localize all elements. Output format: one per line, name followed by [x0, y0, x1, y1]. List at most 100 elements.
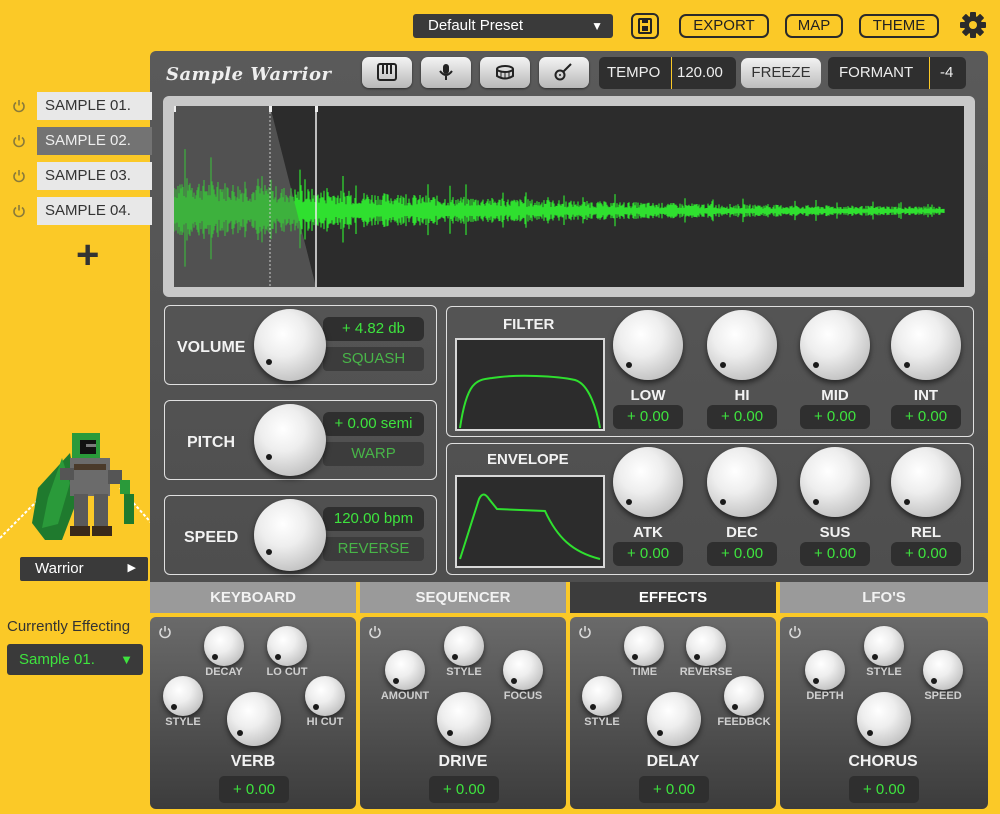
pitch-option[interactable]: WARP: [323, 442, 424, 466]
chevron-down-icon: ▼: [120, 652, 133, 667]
effect-small-knob[interactable]: [686, 626, 726, 666]
knob-indicator: [904, 362, 910, 368]
character-select[interactable]: Warrior ▶: [20, 557, 148, 581]
effect-small-knob[interactable]: [385, 650, 425, 690]
effect-power-icon[interactable]: [788, 625, 802, 639]
filter-knob[interactable]: [707, 310, 777, 380]
knob-indicator: [732, 704, 738, 710]
filter-knob[interactable]: [800, 310, 870, 380]
speed-option[interactable]: REVERSE: [323, 537, 424, 561]
filter-knob[interactable]: [891, 310, 961, 380]
volume-knob[interactable]: [254, 309, 326, 381]
piano-mode-button[interactable]: [362, 57, 412, 88]
tab-keyboard[interactable]: KEYBOARD: [150, 582, 356, 613]
effect-title: DRIVE: [438, 753, 488, 770]
export-button[interactable]: EXPORT: [679, 14, 769, 38]
filter-graph[interactable]: [455, 338, 605, 431]
effect-value[interactable]: + 0.00: [639, 776, 709, 803]
effect-target-value: Sample 01.: [19, 651, 95, 668]
effect-small-knob[interactable]: [923, 650, 963, 690]
effect-small-knob[interactable]: [305, 676, 345, 716]
sample-power-icon[interactable]: [12, 204, 26, 218]
sample-item[interactable]: SAMPLE 01.: [37, 92, 152, 120]
effect-knob-label: FEEDBCK: [717, 716, 771, 728]
effect-value[interactable]: + 0.00: [219, 776, 289, 803]
effect-target-dropdown[interactable]: Sample 01. ▼: [7, 644, 143, 675]
envelope-knob[interactable]: [891, 447, 961, 517]
knob-indicator: [171, 704, 177, 710]
map-button[interactable]: MAP: [785, 14, 843, 38]
sample-power-icon[interactable]: [12, 134, 26, 148]
volume-option[interactable]: SQUASH: [323, 347, 424, 371]
sample-item[interactable]: SAMPLE 02.: [37, 127, 152, 155]
pitch-knob[interactable]: [254, 404, 326, 476]
envelope-knob-value[interactable]: + 0.00: [891, 542, 961, 566]
envelope-knob-label: DEC: [726, 524, 758, 541]
sample-power-icon[interactable]: [12, 169, 26, 183]
knob-indicator: [813, 499, 819, 505]
freeze-button[interactable]: FREEZE: [741, 58, 821, 88]
tab-lfos[interactable]: LFO'S: [780, 582, 988, 613]
formant-value[interactable]: -4: [940, 57, 953, 89]
effect-small-knob[interactable]: [624, 626, 664, 666]
effect-power-icon[interactable]: [158, 625, 172, 639]
envelope-knob-value[interactable]: + 0.00: [613, 542, 683, 566]
waveform-display[interactable]: [173, 106, 964, 287]
effect-small-knob[interactable]: [444, 626, 484, 666]
filter-knob[interactable]: [613, 310, 683, 380]
envelope-title: ENVELOPE: [487, 451, 569, 468]
effect-small-knob[interactable]: [267, 626, 307, 666]
tab-effects[interactable]: EFFECTS: [570, 582, 776, 613]
filter-curve: [459, 374, 601, 429]
theme-button[interactable]: THEME: [859, 14, 939, 38]
effect-value[interactable]: + 0.00: [849, 776, 919, 803]
speed-value[interactable]: 120.00 bpm: [323, 507, 424, 531]
gear-icon[interactable]: [958, 10, 988, 40]
filter-knob-value[interactable]: + 0.00: [613, 405, 683, 429]
speed-knob[interactable]: [254, 499, 326, 571]
effect-main-knob[interactable]: [647, 692, 701, 746]
filter-knob-value[interactable]: + 0.00: [891, 405, 961, 429]
envelope-knob-value[interactable]: + 0.00: [707, 542, 777, 566]
effect-main-knob[interactable]: [437, 692, 491, 746]
envelope-knob[interactable]: [613, 447, 683, 517]
tempo-value[interactable]: 120.00: [677, 57, 723, 89]
pitch-value[interactable]: + 0.00 semi: [323, 412, 424, 436]
effect-power-icon[interactable]: [578, 625, 592, 639]
effect-small-knob[interactable]: [864, 626, 904, 666]
guitar-mode-button[interactable]: [539, 57, 589, 88]
effect-power-icon[interactable]: [368, 625, 382, 639]
knob-indicator: [904, 499, 910, 505]
preset-dropdown[interactable]: Default Preset ▼: [413, 14, 613, 38]
sample-power-icon[interactable]: [12, 99, 26, 113]
effect-main-knob[interactable]: [857, 692, 911, 746]
drum-mode-button[interactable]: [480, 57, 530, 88]
effect-knob-label: STYLE: [165, 716, 201, 728]
filter-knob-value[interactable]: + 0.00: [800, 405, 870, 429]
knob-indicator: [720, 362, 726, 368]
effect-small-knob[interactable]: [503, 650, 543, 690]
effect-small-knob[interactable]: [724, 676, 764, 716]
filter-knob-label: INT: [913, 387, 939, 404]
envelope-knob-value[interactable]: + 0.00: [800, 542, 870, 566]
knob-indicator: [266, 359, 272, 365]
knob-indicator: [626, 499, 632, 505]
envelope-knob[interactable]: [707, 447, 777, 517]
envelope-curve: [459, 493, 601, 560]
add-sample-button[interactable]: +: [76, 235, 99, 275]
effect-value[interactable]: + 0.00: [429, 776, 499, 803]
effect-small-knob[interactable]: [805, 650, 845, 690]
effect-small-knob[interactable]: [163, 676, 203, 716]
save-button[interactable]: [631, 13, 659, 39]
volume-value[interactable]: + 4.82 db: [323, 317, 424, 341]
tab-sequencer[interactable]: SEQUENCER: [360, 582, 566, 613]
effect-small-knob[interactable]: [582, 676, 622, 716]
sample-item[interactable]: SAMPLE 04.: [37, 197, 152, 225]
sample-item[interactable]: SAMPLE 03.: [37, 162, 152, 190]
effect-main-knob[interactable]: [227, 692, 281, 746]
filter-knob-value[interactable]: + 0.00: [707, 405, 777, 429]
envelope-knob[interactable]: [800, 447, 870, 517]
vocal-mode-button[interactable]: [421, 57, 471, 88]
effect-small-knob[interactable]: [204, 626, 244, 666]
envelope-graph[interactable]: [455, 475, 605, 568]
